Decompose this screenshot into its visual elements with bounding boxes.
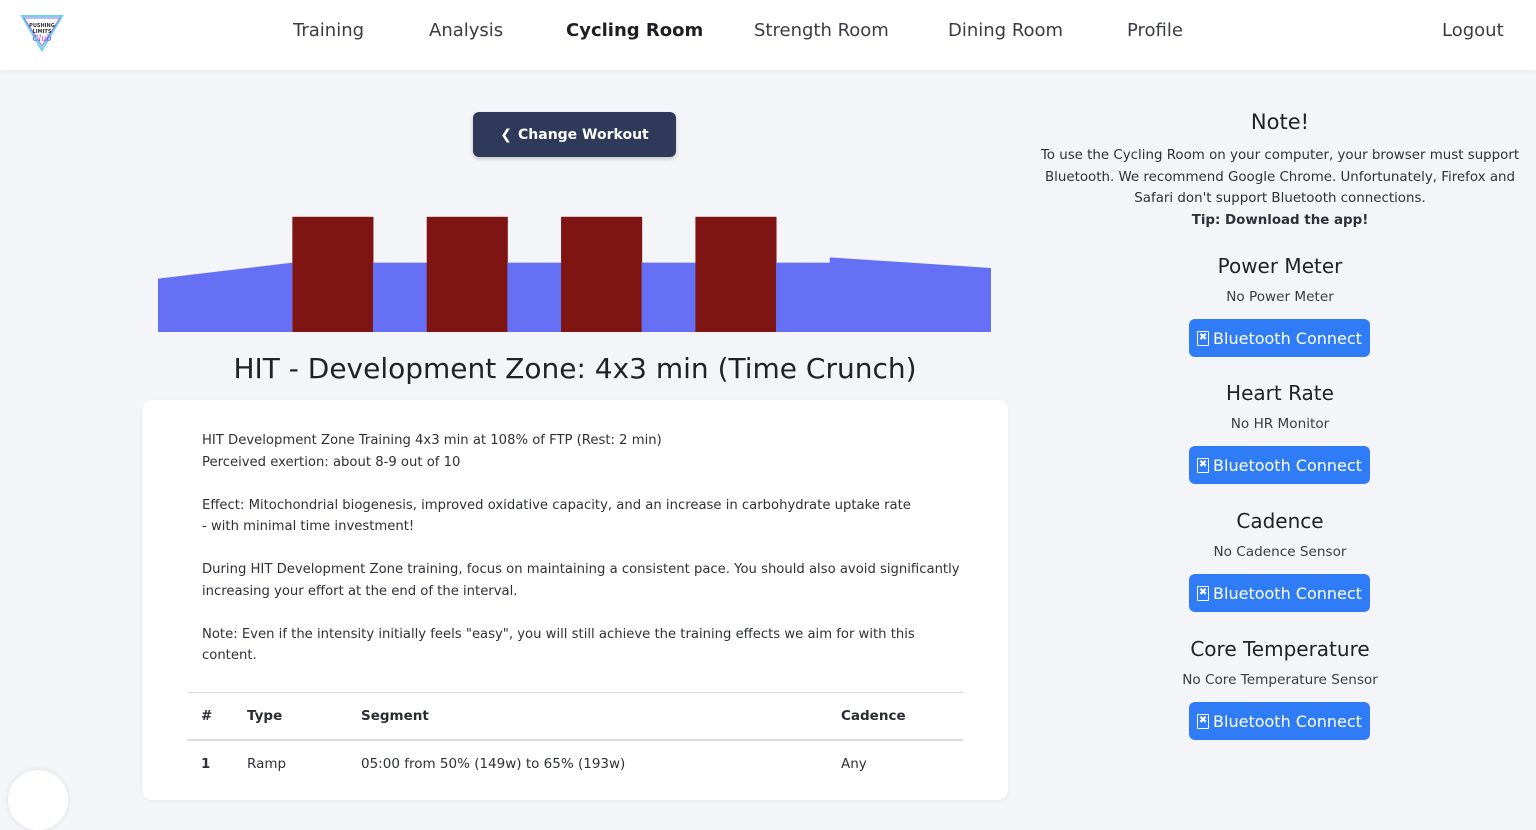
power-meter-status: No Power Meter (1226, 289, 1334, 305)
workout-segment-interval (426, 216, 508, 332)
col-cadence: Cadence (827, 692, 963, 741)
row-type: Ramp (247, 756, 287, 772)
workout-segment-ramp (829, 257, 991, 332)
cadence-bluetooth-button[interactable]: ✖ Bluetooth Connect (1189, 574, 1370, 612)
pushing-limits-logo[interactable]: PUSHING LIMITS Club (18, 12, 66, 56)
workout-profile-chart (158, 216, 991, 332)
heart-rate-status: No HR Monitor (1230, 416, 1330, 432)
desc-line: During HIT Development Zone training, fo… (202, 562, 960, 577)
bluetooth-icon: ✖ (1197, 713, 1210, 729)
table-row: 1 Ramp 05:00 from 50% (149w) to 65% (193… (187, 740, 963, 787)
workout-segment-ramp (158, 262, 293, 332)
col-type: Type (233, 692, 347, 741)
change-workout-label: Change Workout (518, 126, 649, 143)
bluetooth-button-label: Bluetooth Connect (1213, 711, 1362, 731)
segments-table: # Type Segment Cadence 1 Ramp 05:00 from… (187, 692, 963, 787)
cadence-title: Cadence (1236, 509, 1324, 533)
heart-rate-bluetooth-button[interactable]: ✖ Bluetooth Connect (1189, 446, 1370, 484)
col-segment: Segment (347, 692, 827, 741)
change-workout-button[interactable]: ❮ Change Workout (473, 112, 676, 157)
workout-segment-interval (695, 216, 777, 332)
note-line: Bluetooth. We recommend Google Chrome. U… (1044, 169, 1516, 185)
svg-text:Club: Club (33, 34, 52, 43)
note-tip: Tip: Download the app! (1191, 212, 1369, 228)
nav-strength-room[interactable]: Strength Room (754, 20, 889, 41)
note-line: To use the Cycling Room on your computer… (1040, 148, 1520, 163)
bluetooth-button-label: Bluetooth Connect (1213, 455, 1362, 475)
note-line: Safari don't support Bluetooth connectio… (1134, 191, 1426, 206)
row-cadence: Any (841, 756, 867, 772)
col-number: # (187, 692, 233, 741)
nav-cycling-room[interactable]: Cycling Room (566, 20, 703, 41)
workout-segment-interval (292, 216, 374, 332)
power-meter-bluetooth-button[interactable]: ✖ Bluetooth Connect (1189, 319, 1370, 357)
nav-training[interactable]: Training (293, 20, 364, 41)
workout-segment-interval (561, 216, 643, 332)
desc-line: - with minimal time investment! (202, 519, 415, 534)
workout-segment-rest (641, 262, 696, 332)
workout-segment-rest (372, 262, 428, 332)
workout-description-card: HIT Development Zone Training 4x3 min at… (142, 400, 1008, 800)
nav-dining-room[interactable]: Dining Room (948, 20, 1063, 41)
workout-title: HIT - Development Zone: 4x3 min (Time Cr… (233, 352, 917, 385)
chat-widget-button[interactable] (8, 770, 68, 830)
core-temperature-bluetooth-button[interactable]: ✖ Bluetooth Connect (1189, 702, 1370, 740)
cadence-status: No Cadence Sensor (1213, 544, 1347, 560)
core-temperature-title: Core Temperature (1190, 637, 1370, 661)
row-segment: 05:00 from 50% (149w) to 65% (193w) (361, 756, 626, 772)
core-temperature-status: No Core Temperature Sensor (1182, 672, 1378, 688)
workout-segment-rest (776, 262, 831, 332)
bluetooth-icon: ✖ (1197, 585, 1210, 601)
chevron-left-icon: ❮ (500, 126, 512, 143)
row-number: 1 (201, 756, 211, 772)
workout-segment-rest (507, 262, 562, 332)
bluetooth-icon: ✖ (1197, 457, 1210, 473)
nav-analysis[interactable]: Analysis (429, 20, 503, 41)
nav-profile[interactable]: Profile (1127, 20, 1183, 41)
desc-line: Effect: Mitochondrial biogenesis, improv… (202, 497, 911, 513)
top-navbar: PUSHING LIMITS Club Training Analysis Cy… (0, 0, 1536, 70)
desc-line: Perceived exertion: about 8-9 out of 10 (202, 454, 461, 470)
power-meter-title: Power Meter (1217, 254, 1343, 278)
logout-link[interactable]: Logout (1442, 20, 1504, 41)
note-title: Note! (1250, 110, 1310, 134)
bluetooth-button-label: Bluetooth Connect (1213, 328, 1362, 348)
heart-rate-title: Heart Rate (1226, 381, 1334, 405)
desc-line: increasing your effort at the end of the… (202, 583, 518, 599)
workout-description: HIT Development Zone Training 4x3 min at… (202, 430, 962, 688)
desc-line: HIT Development Zone Training 4x3 min at… (202, 433, 662, 448)
desc-line: Note: Even if the intensity initially fe… (202, 626, 915, 664)
bluetooth-icon: ✖ (1197, 330, 1210, 346)
note-text: To use the Cycling Room on your computer… (1040, 145, 1520, 231)
bluetooth-button-label: Bluetooth Connect (1213, 583, 1362, 603)
table-header-row: # Type Segment Cadence (187, 692, 963, 741)
